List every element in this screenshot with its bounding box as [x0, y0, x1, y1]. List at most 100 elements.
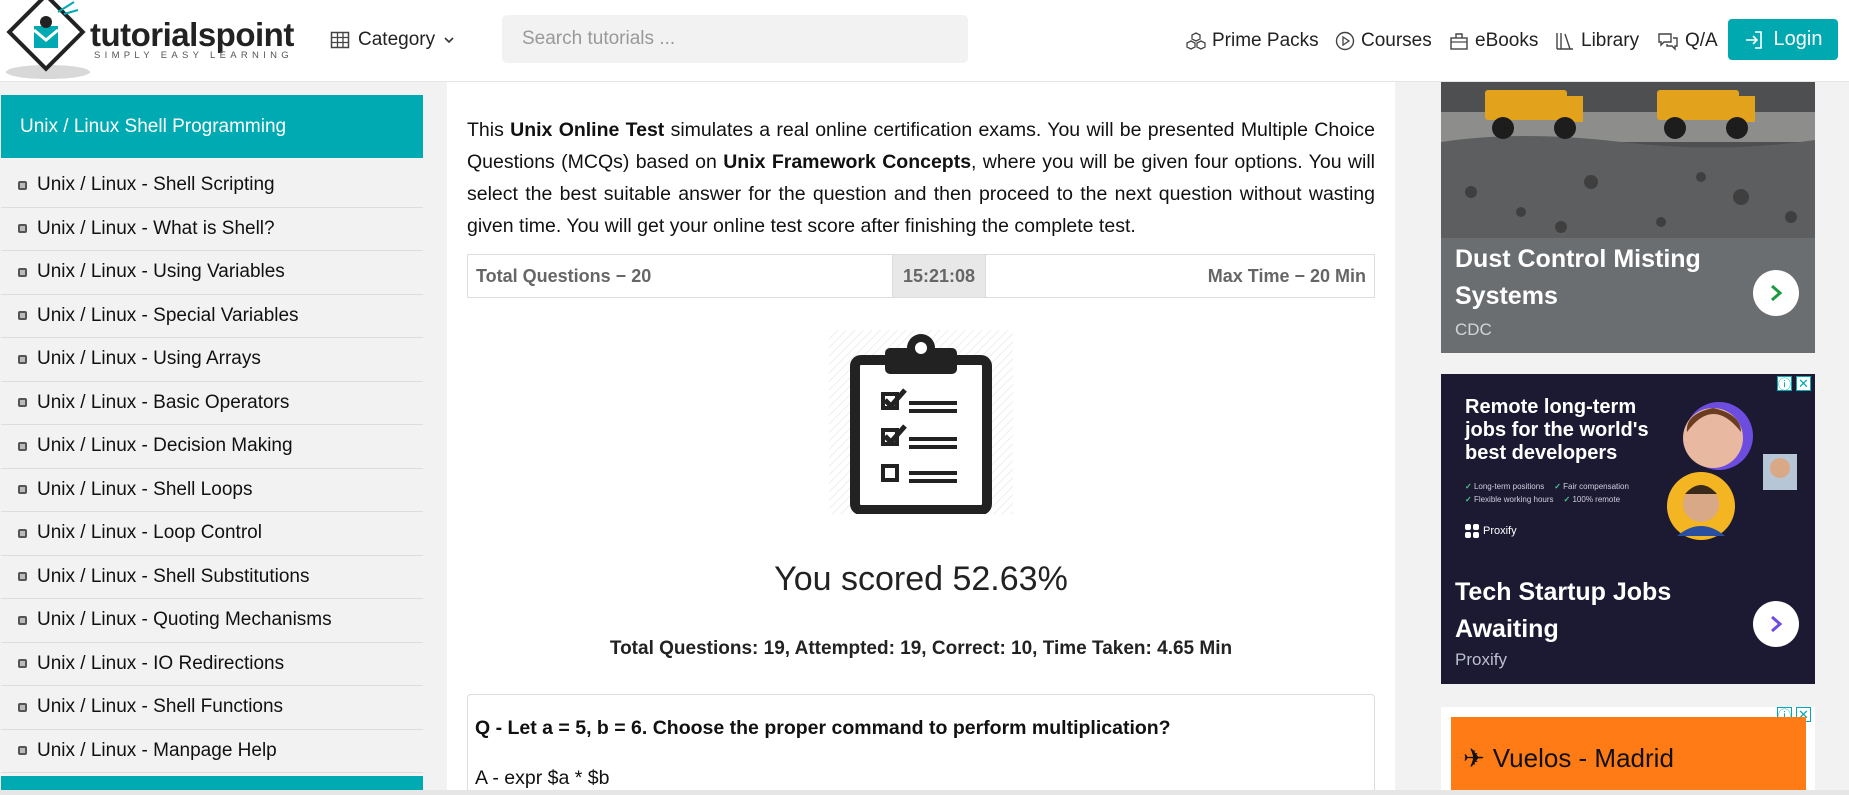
airplane-icon: ✈: [1463, 743, 1485, 773]
bullet-icon: [18, 485, 27, 495]
site-header: tutorialspoint SIMPLY EASY LEARNING Cate…: [0, 0, 1849, 82]
bullet-icon: [18, 702, 27, 712]
sidebar-item[interactable]: Unix / Linux - Shell Substitutions: [1, 556, 423, 599]
question-text: Q - Let a = 5, b = 6. Choose the proper …: [475, 717, 1171, 739]
main-content: This Unix Online Test simulates a real o…: [447, 82, 1395, 795]
test-name: Unix Online Test: [510, 119, 665, 141]
ad-title: ✈ Vuelos - Madrid: [1463, 743, 1674, 773]
score-stats: Total Questions: 19, Attempted: 19, Corr…: [609, 638, 1233, 659]
ad-title: Dust Control Misting Systems: [1455, 245, 1701, 310]
logo-diamond-icon: [6, 0, 90, 79]
search-input[interactable]: [502, 15, 968, 63]
ad-arrow-button[interactable]: [1753, 270, 1799, 316]
chevron-right-icon: [1771, 615, 1783, 633]
ad-card-proxify[interactable]: ⓘ ✕ Remote long-term jobs for the world's…: [1441, 374, 1815, 684]
clipboard-checklist-icon: [829, 330, 1013, 514]
framework-name: Unix Framework Concepts: [723, 151, 972, 173]
sidebar-item[interactable]: Unix / Linux - Using Arrays: [1, 338, 423, 382]
ads-column: Dust Control Misting Systems CDC ⓘ ✕ Remo…: [1395, 82, 1849, 795]
ad-close-icon[interactable]: ✕: [1796, 376, 1811, 391]
sidebar-item-label: Unix / Linux - Shell Loops: [37, 478, 253, 500]
ad-card[interactable]: Dust Control Misting Systems CDC: [1441, 82, 1815, 353]
sidebar: Unix / Linux Shell Programming Unix / Li…: [0, 82, 447, 795]
max-time: Max Time − 20 Min: [1207, 265, 1366, 286]
logo-text: tutorialspoint: [90, 16, 294, 53]
site-logo[interactable]: tutorialspoint SIMPLY EASY LEARNING: [4, 0, 304, 80]
library-icon: [1556, 33, 1573, 50]
chat-icon: [1658, 33, 1678, 51]
bullet-icon: [18, 572, 27, 582]
ad-body: Tech Startup Jobs Awaiting Proxify: [1441, 564, 1815, 684]
ad-title: Tech Startup Jobs Awaiting: [1455, 578, 1672, 643]
score-text: You scored 52.63%: [774, 560, 1068, 598]
bullet-icon: [18, 180, 27, 190]
bullet-icon: [18, 398, 27, 408]
nav-prime-packs[interactable]: Prime Packs: [1186, 26, 1319, 56]
total-questions: Total Questions − 20: [476, 265, 652, 286]
ad-brand: Proxify: [1465, 524, 1517, 538]
dump-trucks-image: [1441, 82, 1815, 238]
sidebar-item[interactable]: Unix / Linux - What is Shell?: [1, 208, 423, 251]
sidebar-item[interactable]: Unix / Linux - Shell Loops: [1, 469, 423, 512]
sidebar-item[interactable]: Unix / Linux - Manpage Help: [1, 730, 423, 773]
logo-tagline: SIMPLY EASY LEARNING: [94, 50, 293, 61]
answer-option[interactable]: A - expr $a * $b: [475, 767, 609, 790]
sidebar-item-label: Unix / Linux - Shell Functions: [37, 696, 284, 718]
bullet-icon: [18, 441, 27, 451]
sidebar-item[interactable]: Unix / Linux - Special Variables: [1, 295, 423, 338]
bullet-icon: [18, 746, 27, 756]
bullet-icon: [18, 528, 27, 538]
bullet-icon: [18, 615, 27, 625]
ad-card-flights[interactable]: ⓘ ✕ ✈ Vuelos - Madrid: [1441, 707, 1815, 795]
sidebar-title[interactable]: Unix / Linux Shell Programming: [1, 95, 423, 158]
sidebar-item[interactable]: Unix / Linux - Decision Making: [1, 425, 423, 469]
bullet-icon: [18, 267, 27, 277]
bullet-icon: [18, 659, 27, 669]
sidebar-item[interactable]: Unix / Linux - Shell Scripting: [1, 164, 423, 208]
category-dropdown[interactable]: Category: [330, 25, 455, 55]
question-card: Q - Let a = 5, b = 6. Choose the proper …: [467, 694, 1375, 795]
chevron-right-icon: [1771, 284, 1783, 302]
grid-icon: [330, 31, 350, 49]
sidebar-item-label: Unix / Linux - Decision Making: [37, 435, 293, 457]
nav-label: Library: [1581, 30, 1640, 51]
proxify-logo-icon: [1465, 524, 1479, 538]
sidebar-item[interactable]: Unix / Linux - Basic Operators: [1, 382, 423, 425]
sidebar-item[interactable]: Unix / Linux - Using Variables: [1, 251, 423, 295]
book-icon: [1450, 33, 1468, 50]
category-label: Category: [358, 29, 436, 50]
intro-paragraph: This Unix Online Test simulates a real o…: [467, 119, 1376, 237]
nav-label: eBooks: [1475, 30, 1539, 51]
ad-features-row1: Long-term positionsFair compensation: [1465, 482, 1629, 491]
nav-label: Courses: [1361, 30, 1432, 51]
nav-qa[interactable]: Q/A: [1657, 26, 1718, 56]
nav-library[interactable]: Library: [1555, 26, 1639, 56]
sidebar-item-label: Unix / Linux - Special Variables: [37, 304, 299, 326]
ad-source: CDC: [1455, 320, 1492, 339]
ad-arrow-button[interactable]: [1753, 601, 1799, 647]
test-info-bar: Total Questions − 20 15:21:08 Max Time −…: [467, 254, 1375, 298]
ad-banner: ✈ Vuelos - Madrid: [1451, 717, 1806, 795]
nav-courses[interactable]: Courses: [1335, 26, 1432, 56]
sidebar-item[interactable]: Unix / Linux - IO Redirections: [1, 643, 423, 686]
play-circle-icon: [1335, 31, 1355, 51]
nav-label: Q/A: [1685, 30, 1718, 51]
chevron-down-icon: [444, 37, 454, 44]
nav-ebooks[interactable]: eBooks: [1449, 26, 1538, 56]
sidebar-item[interactable]: Unix / Linux - Shell Functions: [1, 686, 423, 730]
sidebar-list: Unix / Linux - Shell Scripting Unix / Li…: [1, 164, 423, 773]
bullet-icon: [18, 224, 27, 234]
sidebar-item[interactable]: Unix / Linux - Loop Control: [1, 512, 423, 556]
sidebar-item[interactable]: Unix / Linux - Quoting Mechanisms: [1, 599, 423, 643]
sidebar-item-label: Unix / Linux - Using Variables: [37, 261, 285, 283]
nav-label: Prime Packs: [1212, 30, 1319, 51]
sidebar-item-label: Unix / Linux - Using Arrays: [37, 348, 261, 370]
ad-info-icon[interactable]: ⓘ: [1777, 376, 1792, 392]
bullet-icon: [18, 311, 27, 321]
ad-choices[interactable]: ⓘ ✕: [1777, 376, 1811, 392]
login-button[interactable]: Login: [1728, 19, 1838, 60]
page-bottom-edge: [0, 790, 1849, 795]
sidebar-item-label: Unix / Linux - Shell Substitutions: [37, 565, 310, 587]
ad-features-row2: Flexible working hours100% remote: [1465, 495, 1620, 504]
sidebar-item-label: Unix / Linux - Quoting Mechanisms: [37, 609, 332, 631]
